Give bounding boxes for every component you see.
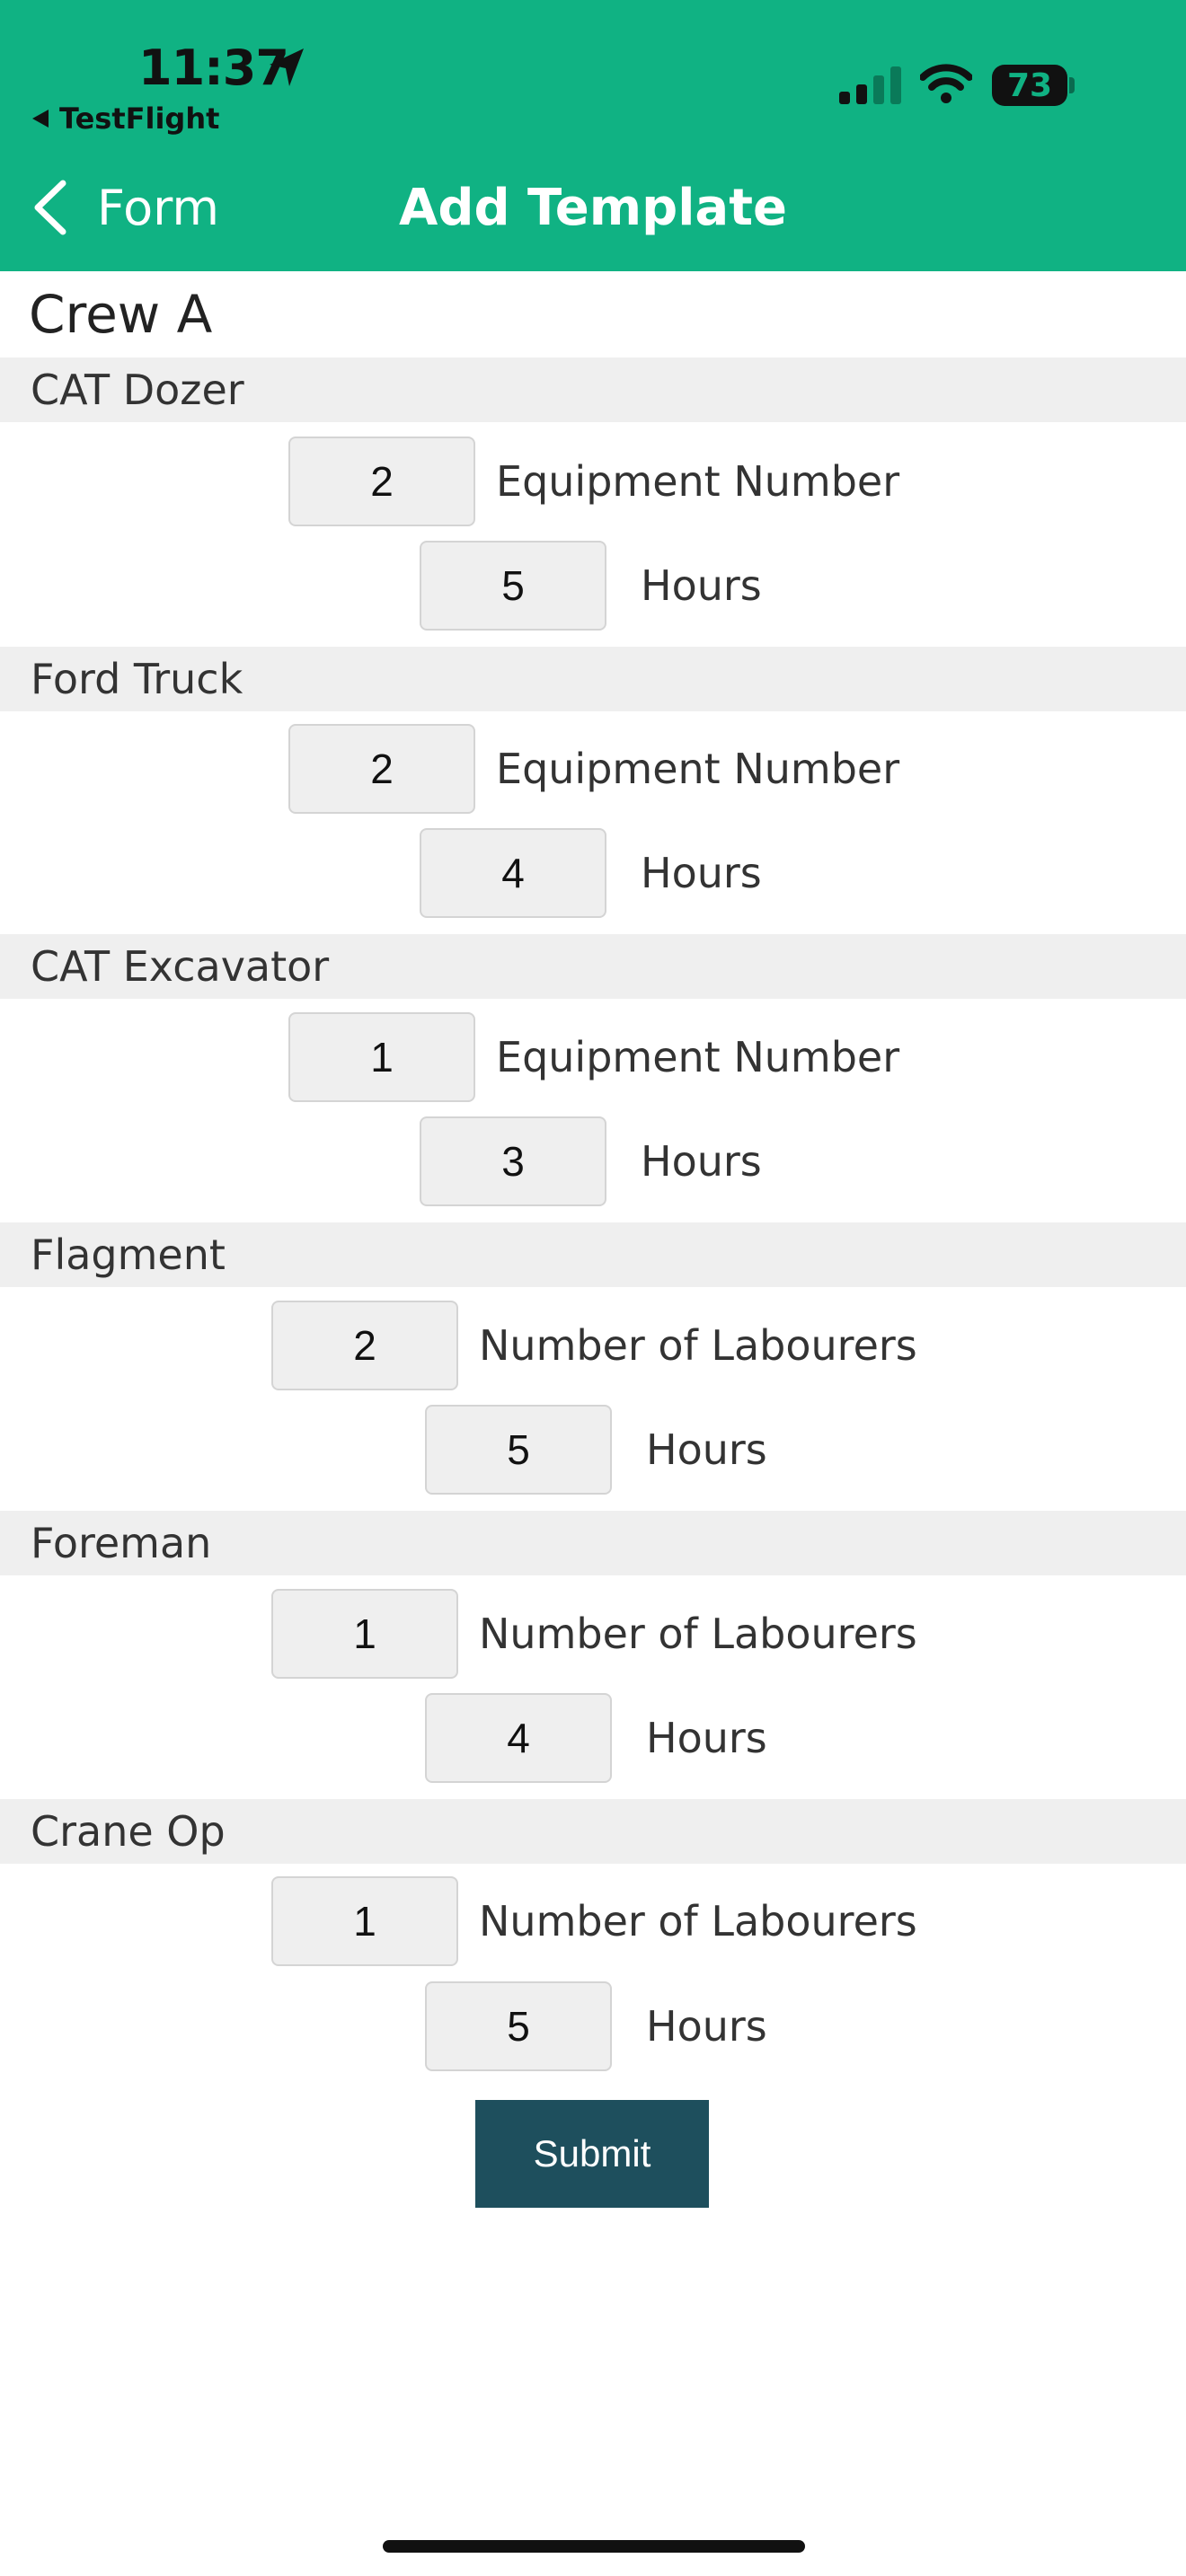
hours-input[interactable]: 3 [420, 1116, 606, 1206]
hours-label: Hours [641, 561, 762, 610]
hours-input[interactable]: 4 [420, 828, 606, 918]
back-button[interactable]: Form [32, 176, 219, 239]
back-to-app-link[interactable]: TestFlight [32, 101, 219, 137]
section-header: CAT Excavator [0, 934, 1186, 999]
equipment-number-label: Equipment Number [496, 457, 900, 506]
labourers-label: Number of Labourers [479, 1610, 917, 1658]
back-app-label: TestFlight [59, 101, 220, 136]
chevron-left-icon [34, 180, 66, 235]
section-header: Ford Truck [0, 647, 1186, 711]
labourers-input[interactable]: 1 [271, 1876, 458, 1966]
back-triangle-icon [32, 110, 49, 128]
section-header: CAT Dozer [0, 357, 1186, 422]
hours-label: Hours [646, 2002, 767, 2051]
cellular-signal-icon [839, 66, 901, 104]
battery-icon: 73 [992, 65, 1067, 106]
equipment-number-input[interactable]: 2 [288, 437, 475, 526]
submit-button[interactable]: Submit [475, 2100, 709, 2208]
nav-header: 11:37 TestFlight 73 Add Template Form [0, 0, 1186, 271]
crew-title: Crew A [29, 284, 213, 345]
hours-label: Hours [641, 849, 762, 897]
hours-label: Hours [646, 1425, 767, 1474]
section-header: Foreman [0, 1511, 1186, 1575]
equipment-number-label: Equipment Number [496, 745, 900, 793]
labourers-label: Number of Labourers [479, 1321, 917, 1370]
location-arrow-icon [270, 49, 304, 86]
wifi-icon [920, 64, 972, 103]
battery-cap [1069, 77, 1075, 93]
hours-label: Hours [646, 1714, 767, 1762]
labourers-label: Number of Labourers [479, 1897, 917, 1945]
equipment-number-input[interactable]: 2 [288, 724, 475, 814]
hours-input[interactable]: 5 [425, 1981, 612, 2071]
hours-input[interactable]: 5 [425, 1405, 612, 1495]
labourers-input[interactable]: 2 [271, 1301, 458, 1390]
equipment-number-input[interactable]: 1 [288, 1012, 475, 1102]
hours-input[interactable]: 4 [425, 1693, 612, 1783]
section-header: Crane Op [0, 1799, 1186, 1864]
hours-input[interactable]: 5 [420, 541, 606, 631]
battery-level: 73 [1006, 66, 1053, 104]
hours-label: Hours [641, 1137, 762, 1186]
back-button-label: Form [97, 179, 220, 236]
labourers-input[interactable]: 1 [271, 1589, 458, 1679]
equipment-number-label: Equipment Number [496, 1033, 900, 1081]
home-indicator[interactable] [383, 2540, 805, 2553]
section-header: Flagment [0, 1222, 1186, 1287]
